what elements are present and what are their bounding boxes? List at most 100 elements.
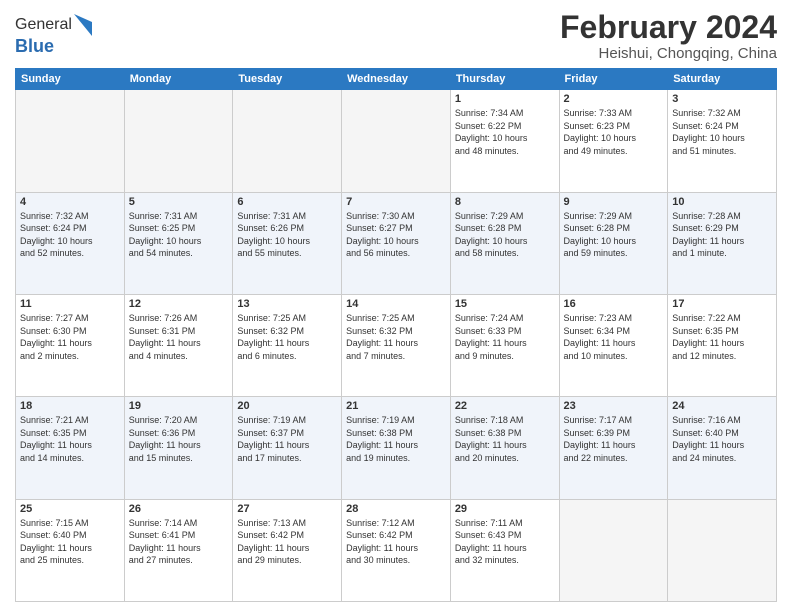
main-title: February 2024 [560,10,777,45]
day-info: Sunrise: 7:28 AM Sunset: 6:29 PM Dayligh… [672,210,772,260]
page: General Blue February 2024 Heishui, Chon… [0,0,792,612]
day-number: 14 [346,298,446,310]
day-number: 13 [237,298,337,310]
table-row [668,499,777,601]
table-row [16,90,125,192]
day-number: 4 [20,196,120,208]
col-tuesday: Tuesday [233,69,342,90]
table-row: 3Sunrise: 7:32 AM Sunset: 6:24 PM Daylig… [668,90,777,192]
table-row [233,90,342,192]
day-number: 16 [564,298,664,310]
col-thursday: Thursday [450,69,559,90]
day-info: Sunrise: 7:25 AM Sunset: 6:32 PM Dayligh… [346,312,446,362]
logo-blue-text: Blue [15,36,54,56]
day-number: 25 [20,503,120,515]
day-info: Sunrise: 7:12 AM Sunset: 6:42 PM Dayligh… [346,517,446,567]
calendar-row: 18Sunrise: 7:21 AM Sunset: 6:35 PM Dayli… [16,397,777,499]
table-row: 13Sunrise: 7:25 AM Sunset: 6:32 PM Dayli… [233,294,342,396]
table-row: 11 Sunrise: 7:27 AM Sunset: 6:30 PM Dayli… [16,294,125,396]
table-row: 19 Sunrise: 7:20 AM Sunset: 6:36 PM Dayli… [124,397,233,499]
table-row: 20 Sunrise: 7:19 AM Sunset: 6:37 PM Dayli… [233,397,342,499]
day-info: Sunrise: 7:14 AM Sunset: 6:41 PM Dayligh… [129,517,229,567]
calendar-header-row: Sunday Monday Tuesday Wednesday Thursday… [16,69,777,90]
day-info: Sunrise: 7:16 AM Sunset: 6:40 PM Dayligh… [672,414,772,464]
day-number: 26 [129,503,229,515]
calendar-row: 4Sunrise: 7:32 AM Sunset: 6:24 PM Daylig… [16,192,777,294]
col-wednesday: Wednesday [342,69,451,90]
table-row: 29 Sunrise: 7:11 AM Sunset: 6:43 PM Dayli… [450,499,559,601]
day-info: Sunrise: 7:13 AM Sunset: 6:42 PM Dayligh… [237,517,337,567]
table-row: 9 Sunrise: 7:29 AM Sunset: 6:28 PM Daylig… [559,192,668,294]
day-info: Sunrise: 7:31 AM Sunset: 6:26 PM Dayligh… [237,210,337,260]
day-info: Sunrise: 7:20 AM Sunset: 6:36 PM Dayligh… [129,414,229,464]
day-number: 5 [129,196,229,208]
day-info: Sunrise: 7:27 AM Sunset: 6:30 PM Dayligh… [20,312,120,362]
day-info: Sunrise: 7:22 AM Sunset: 6:35 PM Dayligh… [672,312,772,362]
table-row: 17 Sunrise: 7:22 AM Sunset: 6:35 PM Dayli… [668,294,777,396]
table-row [559,499,668,601]
table-row: 14 Sunrise: 7:25 AM Sunset: 6:32 PM Dayli… [342,294,451,396]
day-info: Sunrise: 7:18 AM Sunset: 6:38 PM Dayligh… [455,414,555,464]
table-row: 15 Sunrise: 7:24 AM Sunset: 6:33 PM Dayli… [450,294,559,396]
table-row: 24 Sunrise: 7:16 AM Sunset: 6:40 PM Dayli… [668,397,777,499]
table-row [342,90,451,192]
logo-icon [74,14,92,36]
day-info: Sunrise: 7:29 AM Sunset: 6:28 PM Dayligh… [455,210,555,260]
table-row: 7 Sunrise: 7:30 AM Sunset: 6:27 PM Daylig… [342,192,451,294]
calendar-row: 1 Sunrise: 7:34 AM Sunset: 6:22 PM Daylig… [16,90,777,192]
day-info: Sunrise: 7:23 AM Sunset: 6:34 PM Dayligh… [564,312,664,362]
day-number: 29 [455,503,555,515]
day-number: 24 [672,400,772,412]
day-info: Sunrise: 7:33 AM Sunset: 6:23 PM Dayligh… [564,107,664,157]
table-row: 8Sunrise: 7:29 AM Sunset: 6:28 PM Daylig… [450,192,559,294]
table-row: 28 Sunrise: 7:12 AM Sunset: 6:42 PM Dayli… [342,499,451,601]
day-info: Sunrise: 7:11 AM Sunset: 6:43 PM Dayligh… [455,517,555,567]
header: General Blue February 2024 Heishui, Chon… [15,10,777,62]
day-number: 9 [564,196,664,208]
day-info: Sunrise: 7:15 AM Sunset: 6:40 PM Dayligh… [20,517,120,567]
day-number: 17 [672,298,772,310]
day-number: 7 [346,196,446,208]
day-info: Sunrise: 7:17 AM Sunset: 6:39 PM Dayligh… [564,414,664,464]
table-row: 27Sunrise: 7:13 AM Sunset: 6:42 PM Dayli… [233,499,342,601]
table-row: 6 Sunrise: 7:31 AM Sunset: 6:26 PM Daylig… [233,192,342,294]
day-info: Sunrise: 7:29 AM Sunset: 6:28 PM Dayligh… [564,210,664,260]
logo-general-text: General [15,16,72,34]
day-info: Sunrise: 7:21 AM Sunset: 6:35 PM Dayligh… [20,414,120,464]
calendar-table: Sunday Monday Tuesday Wednesday Thursday… [15,68,777,602]
table-row: 16 Sunrise: 7:23 AM Sunset: 6:34 PM Dayli… [559,294,668,396]
day-info: Sunrise: 7:34 AM Sunset: 6:22 PM Dayligh… [455,107,555,157]
day-number: 11 [20,298,120,310]
day-number: 1 [455,93,555,105]
table-row: 2 Sunrise: 7:33 AM Sunset: 6:23 PM Daylig… [559,90,668,192]
subtitle: Heishui, Chongqing, China [560,45,777,62]
day-number: 21 [346,400,446,412]
day-info: Sunrise: 7:31 AM Sunset: 6:25 PM Dayligh… [129,210,229,260]
calendar-row: 25 Sunrise: 7:15 AM Sunset: 6:40 PM Dayli… [16,499,777,601]
day-info: Sunrise: 7:26 AM Sunset: 6:31 PM Dayligh… [129,312,229,362]
col-sunday: Sunday [16,69,125,90]
day-number: 12 [129,298,229,310]
table-row: 18Sunrise: 7:21 AM Sunset: 6:35 PM Dayli… [16,397,125,499]
day-info: Sunrise: 7:19 AM Sunset: 6:38 PM Dayligh… [346,414,446,464]
day-info: Sunrise: 7:19 AM Sunset: 6:37 PM Dayligh… [237,414,337,464]
table-row: 23Sunrise: 7:17 AM Sunset: 6:39 PM Dayli… [559,397,668,499]
logo: General Blue [15,14,92,57]
day-number: 19 [129,400,229,412]
day-info: Sunrise: 7:30 AM Sunset: 6:27 PM Dayligh… [346,210,446,260]
day-number: 20 [237,400,337,412]
table-row: 10 Sunrise: 7:28 AM Sunset: 6:29 PM Dayli… [668,192,777,294]
table-row: 26 Sunrise: 7:14 AM Sunset: 6:41 PM Dayli… [124,499,233,601]
day-number: 6 [237,196,337,208]
day-info: Sunrise: 7:24 AM Sunset: 6:33 PM Dayligh… [455,312,555,362]
table-row: 21 Sunrise: 7:19 AM Sunset: 6:38 PM Dayli… [342,397,451,499]
day-number: 10 [672,196,772,208]
col-saturday: Saturday [668,69,777,90]
day-number: 15 [455,298,555,310]
table-row [124,90,233,192]
table-row: 5 Sunrise: 7:31 AM Sunset: 6:25 PM Daylig… [124,192,233,294]
table-row: 22Sunrise: 7:18 AM Sunset: 6:38 PM Dayli… [450,397,559,499]
day-number: 28 [346,503,446,515]
table-row: 12 Sunrise: 7:26 AM Sunset: 6:31 PM Dayli… [124,294,233,396]
day-number: 2 [564,93,664,105]
